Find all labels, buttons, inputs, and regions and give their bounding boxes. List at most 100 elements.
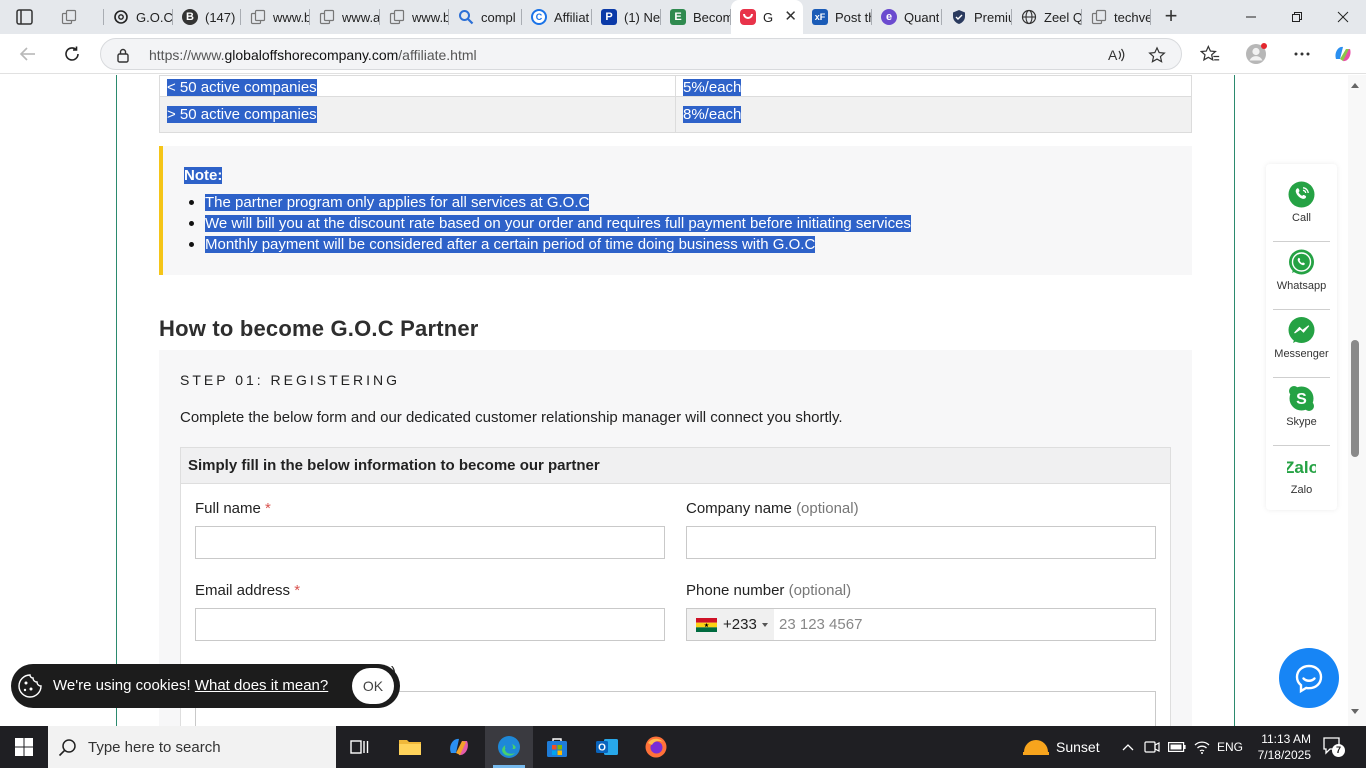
browser-tab[interactable]: www.a <box>310 0 380 34</box>
copilot-icon[interactable] <box>1332 43 1354 65</box>
edge-taskbar-button[interactable] <box>485 726 533 768</box>
chat-button[interactable] <box>1279 648 1339 708</box>
close-tab-icon[interactable]: ✕ <box>784 9 797 25</box>
refresh-button[interactable] <box>58 40 86 68</box>
weather-widget[interactable]: Sunset <box>1020 726 1110 768</box>
browser-tab[interactable]: techve <box>1082 0 1151 34</box>
browser-tab[interactable] <box>52 0 104 34</box>
tab-label: (147) P <box>205 9 241 25</box>
browser-tab[interactable]: G.O.C <box>104 0 173 34</box>
table-cell: < 50 active companies <box>159 75 676 97</box>
search-icon <box>458 9 474 25</box>
svg-text:O: O <box>598 743 606 754</box>
browser-tab[interactable]: compl <box>449 0 522 34</box>
duplicate-tab-icon <box>389 9 405 25</box>
zalo-icon: Zalo <box>1287 458 1316 477</box>
skype-link[interactable]: S Skype <box>1266 378 1337 446</box>
minimize-button[interactable] <box>1228 4 1274 30</box>
svg-text:S: S <box>1296 391 1307 408</box>
new-tab-button[interactable]: + <box>1158 5 1184 29</box>
folder-icon <box>399 740 421 755</box>
browser-tab[interactable]: B (147) P <box>173 0 241 34</box>
file-explorer-button[interactable] <box>386 726 434 768</box>
wifi-icon[interactable] <box>1192 738 1212 756</box>
lock-icon[interactable] <box>116 47 130 63</box>
tab-active[interactable]: G ✕ <box>731 0 803 34</box>
browser-tab[interactable]: xF Post th <box>803 0 872 34</box>
note-title: Note: <box>184 167 223 184</box>
page-border-left <box>116 75 117 726</box>
note-box: Note: The partner program only applies f… <box>159 146 1192 275</box>
m365-copilot-button[interactable] <box>435 726 483 768</box>
outlook-button[interactable]: O <box>583 726 631 768</box>
email-input[interactable] <box>195 608 665 641</box>
full-name-input[interactable] <box>195 526 665 559</box>
browser-toolbar: https://www.globaloffshorecompany.com/af… <box>0 34 1366 74</box>
browser-tab[interactable]: www.b <box>380 0 449 34</box>
language-indicator[interactable]: ENG <box>1216 738 1244 756</box>
c-icon: C <box>531 9 547 25</box>
taskbar-search[interactable]: Type here to search <box>48 726 336 768</box>
back-button[interactable] <box>14 40 42 68</box>
more-menu-icon[interactable] <box>1291 43 1313 65</box>
profile-avatar[interactable] <box>1245 43 1267 65</box>
phone-input[interactable]: +233 23 123 4567 <box>686 608 1156 641</box>
svg-text:Zalo: Zalo <box>1287 458 1316 477</box>
read-aloud-icon[interactable]: A <box>1107 45 1127 65</box>
call-label: Call <box>1292 212 1311 224</box>
restore-button[interactable] <box>1274 4 1320 30</box>
browser-tab[interactable]: e Quant <box>872 0 942 34</box>
favorites-icon[interactable] <box>1199 43 1221 65</box>
browser-tab-bar: G.O.C B (147) P www.b www.a www.b compl C Affili… <box>0 0 1366 34</box>
e-icon: e <box>881 9 897 25</box>
copilot-app-icon <box>450 738 468 756</box>
task-view-button[interactable] <box>336 726 384 768</box>
cookie-ok-button[interactable]: OK <box>352 668 394 704</box>
favorite-star-icon[interactable] <box>1147 45 1167 65</box>
tab-actions-icon[interactable] <box>10 7 38 27</box>
tab-separator <box>1150 9 1151 25</box>
show-hidden-icons-button[interactable] <box>1120 738 1136 756</box>
browser-tab[interactable]: Premiu <box>942 0 1012 34</box>
search-icon <box>58 739 76 757</box>
skype-label: Skype <box>1286 416 1317 428</box>
openai-icon <box>113 9 129 25</box>
address-bar[interactable]: https://www.globaloffshorecompany.com/af… <box>100 38 1182 70</box>
call-link[interactable]: Call <box>1266 174 1337 242</box>
meet-now-icon[interactable] <box>1143 738 1161 756</box>
scroll-up-icon[interactable] <box>1350 80 1360 90</box>
edge-icon <box>498 736 520 758</box>
step-description: Complete the below form and our dedicate… <box>180 409 843 426</box>
search-placeholder: Type here to search <box>88 739 221 756</box>
whatsapp-link[interactable]: Whatsapp <box>1266 242 1337 310</box>
table-row: < 50 active companies 5%/each <box>159 75 1192 97</box>
notification-center-button[interactable]: 7 <box>1322 736 1346 758</box>
close-window-button[interactable] <box>1320 4 1366 30</box>
firefox-button[interactable] <box>632 726 680 768</box>
windows-logo-icon <box>15 738 33 756</box>
scrollbar-thumb[interactable] <box>1351 340 1359 457</box>
zalo-link[interactable]: Zalo Zalo <box>1266 446 1337 506</box>
browser-tab[interactable]: C Affiliat <box>522 0 592 34</box>
duplicate-tab-icon <box>319 9 335 25</box>
browser-tab[interactable]: www.b <box>241 0 310 34</box>
page-scrollbar[interactable] <box>1348 75 1366 726</box>
chevron-down-icon <box>761 622 768 627</box>
list-item: We will bill you at the discount rate ba… <box>189 215 911 232</box>
browser-tab[interactable]: E Becom <box>661 0 731 34</box>
cookie-info-link[interactable]: What does it mean? <box>195 677 328 694</box>
country-code-select[interactable]: +233 <box>687 609 774 640</box>
tab-label: G.O.C <box>136 9 173 25</box>
scroll-down-icon[interactable] <box>1350 706 1360 716</box>
browser-tab[interactable]: Zeel Q <box>1012 0 1082 34</box>
browser-tab[interactable]: P (1) Ne <box>592 0 661 34</box>
store-button[interactable] <box>533 726 581 768</box>
xf-icon: xF <box>812 9 828 25</box>
battery-icon[interactable] <box>1167 738 1187 756</box>
start-button[interactable] <box>0 726 48 768</box>
clock[interactable]: 11:13 AM 7/18/2025 <box>1256 731 1311 763</box>
company-name-input[interactable] <box>686 526 1156 559</box>
table-cell: 8%/each <box>675 96 1192 133</box>
messenger-label: Messenger <box>1274 348 1329 360</box>
messenger-link[interactable]: Messenger <box>1266 310 1337 378</box>
